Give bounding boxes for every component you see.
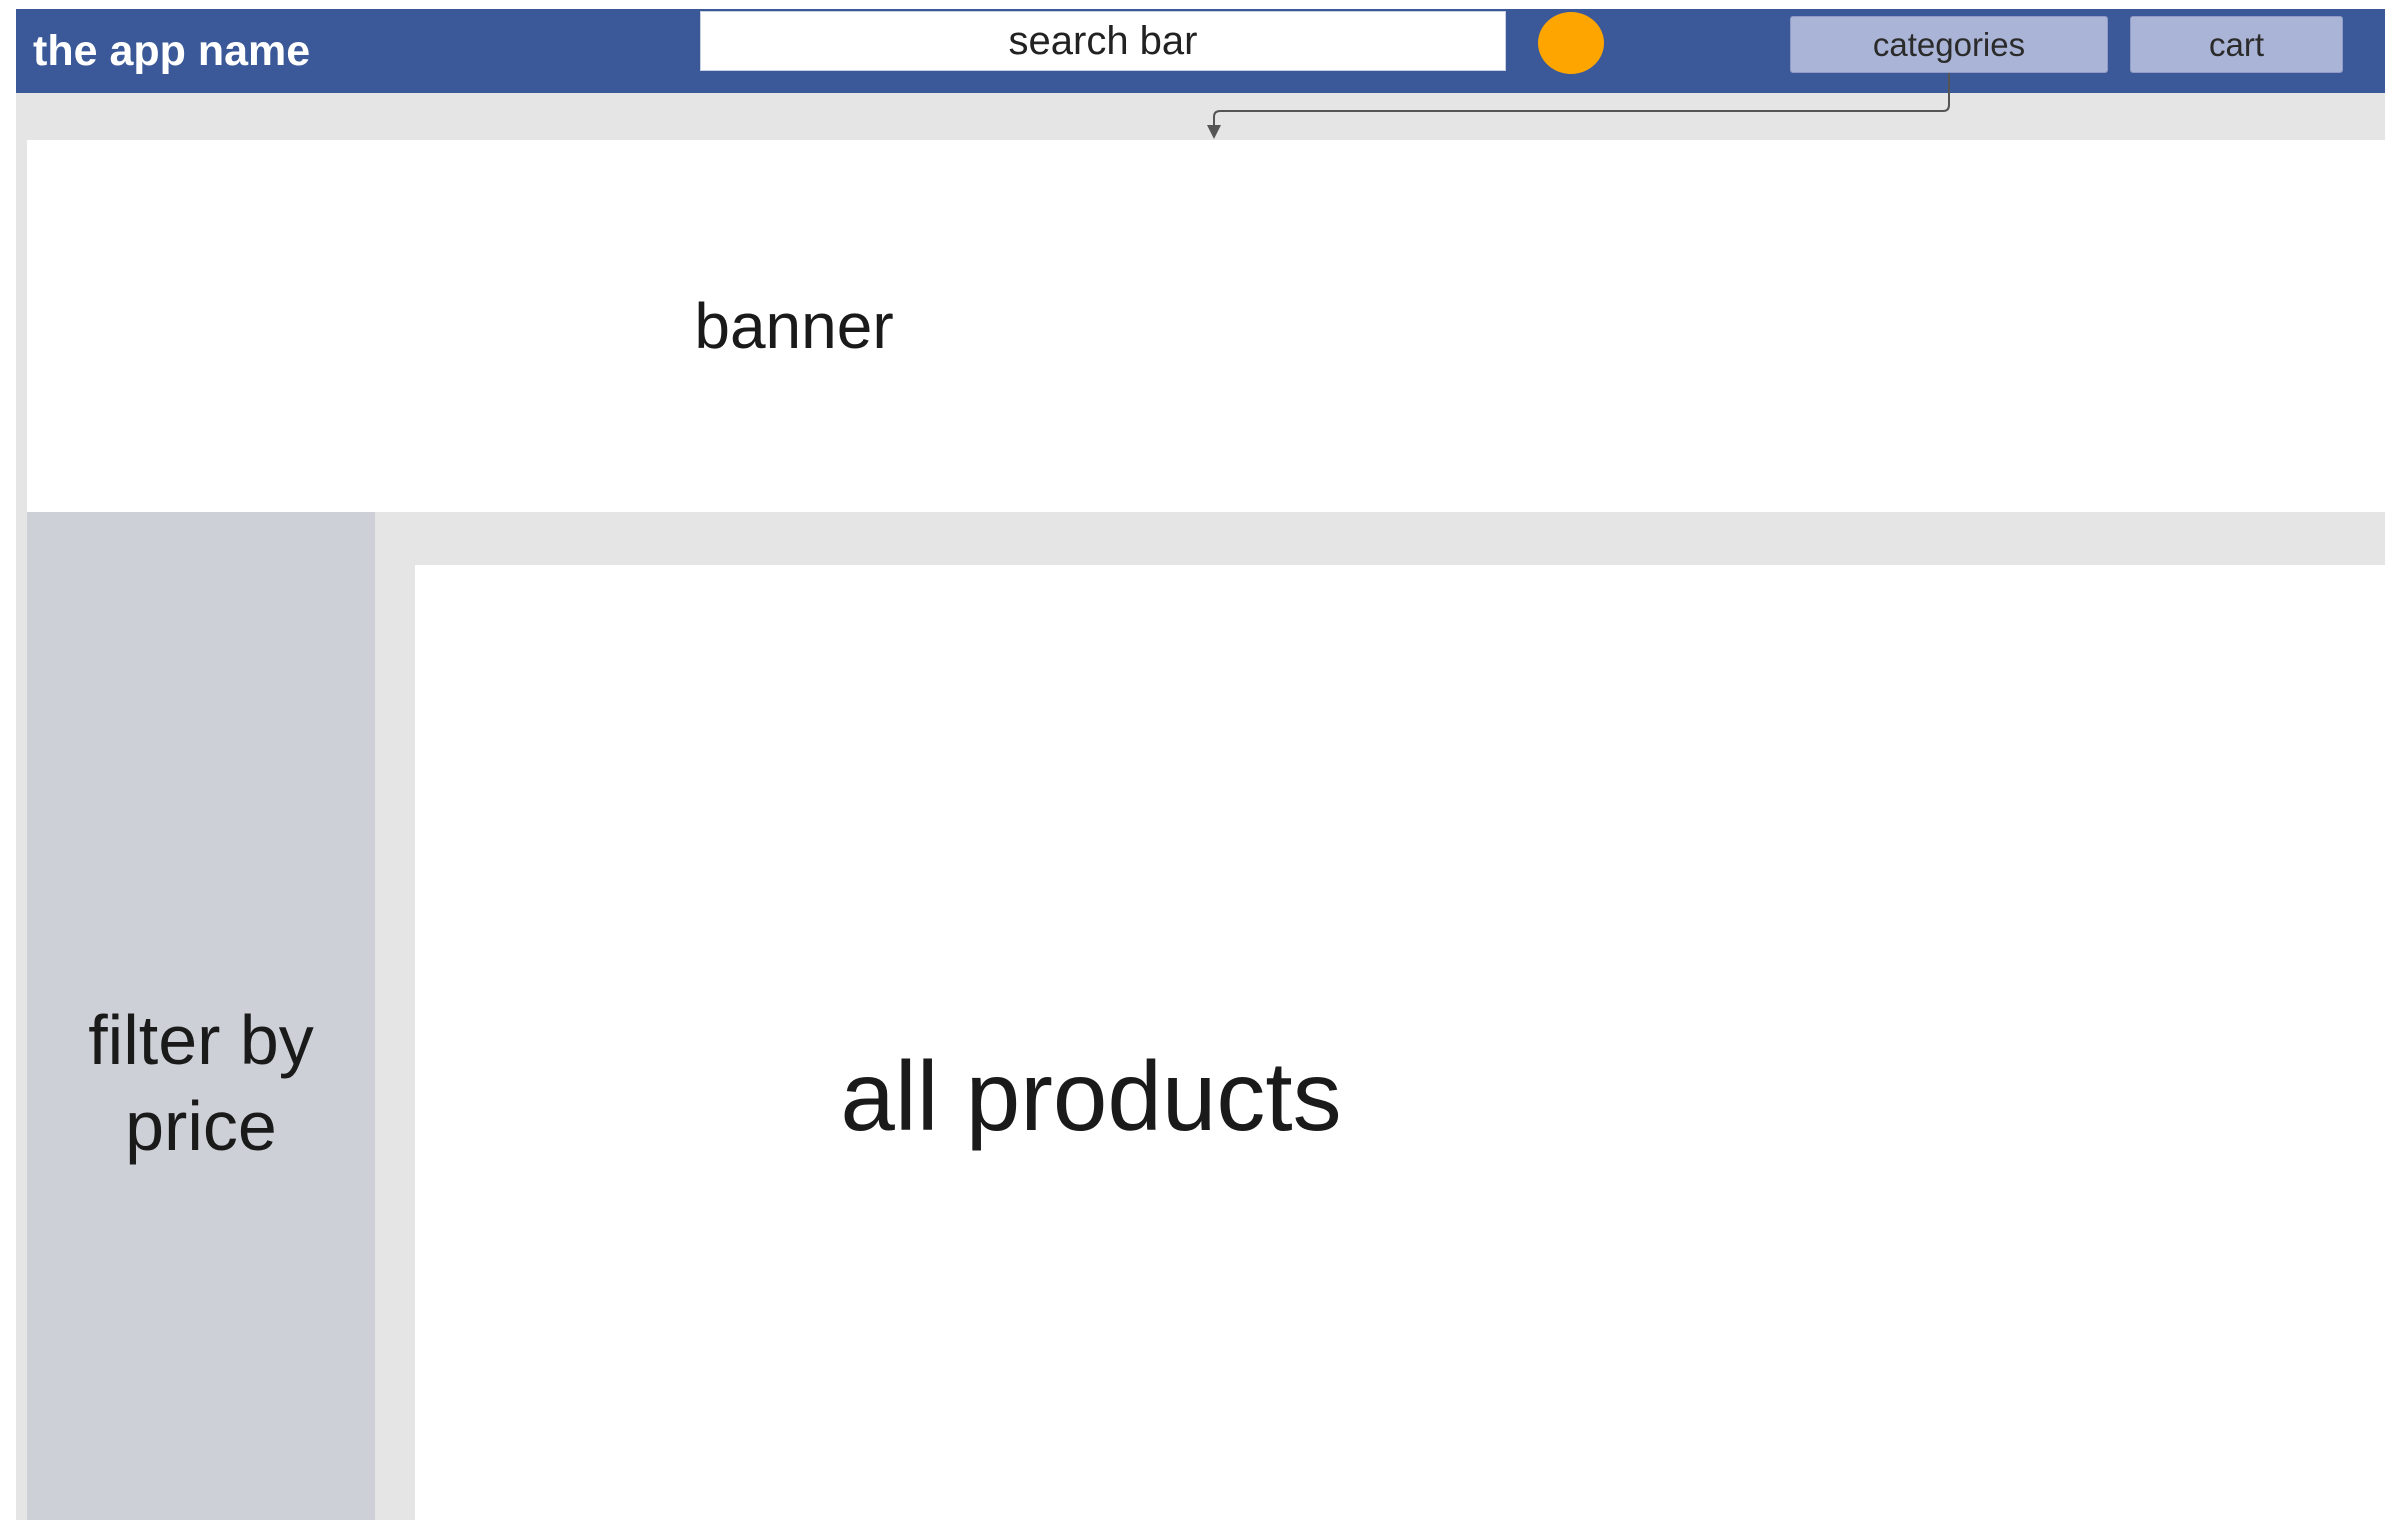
banner: banner: [27, 140, 2385, 512]
products-label: all products: [415, 1036, 2385, 1156]
price-filter-label: filter by price: [88, 1001, 314, 1165]
products-area: all products: [415, 565, 2385, 1520]
categories-dropdown-connector: [1207, 73, 1950, 139]
page-wireframe: the app name search bar categories cart …: [16, 9, 2385, 1520]
price-filter-sidebar[interactable]: filter by price: [27, 512, 375, 1520]
banner-label: banner: [694, 290, 894, 362]
products-label-text: all products: [840, 1041, 1342, 1151]
